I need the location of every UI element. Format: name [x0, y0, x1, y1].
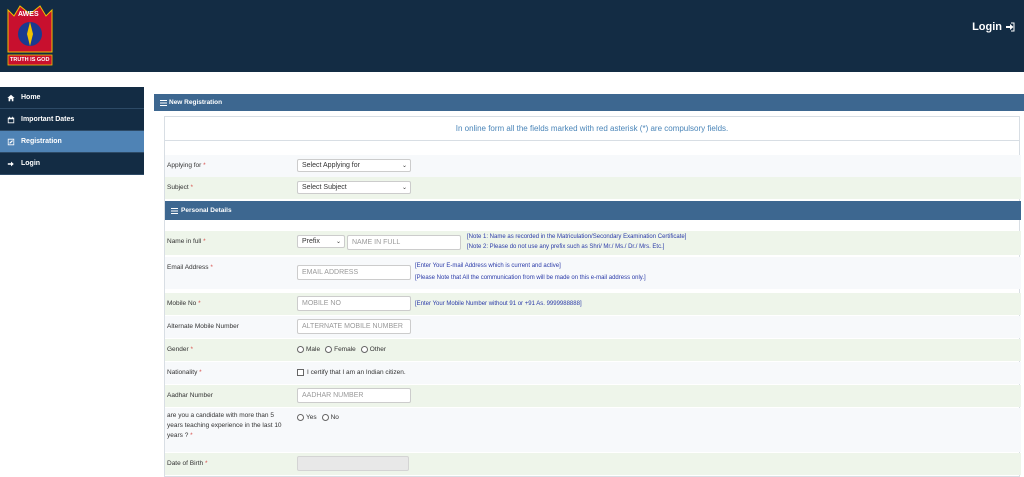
name-label: Name in full * — [167, 238, 206, 245]
sidebar-nav: Home Important Dates Registration Login — [0, 87, 144, 175]
teaching-experience-label: are you a candidate with more than 5 yea… — [167, 412, 282, 439]
logo-top-text: AWES — [18, 11, 39, 18]
alt-mobile-label: Alternate Mobile Number — [167, 323, 239, 330]
sidebar-item-label: Registration — [21, 138, 62, 145]
applying-for-label: Applying for * — [167, 162, 206, 169]
email-label: Email Address * — [167, 264, 213, 271]
applying-for-select[interactable]: Select Applying for ⌄ — [297, 159, 411, 172]
subject-row: Subject * Select Subject ⌄ — [165, 177, 1021, 199]
gender-radio-group: Male Female Other — [297, 346, 386, 353]
compulsory-notice: In online form all the fields marked wit… — [165, 117, 1019, 141]
login-icon — [7, 161, 14, 166]
mobile-note: [Enter Your Mobile Number without 91 or … — [415, 301, 582, 307]
teaching-radio-group: Yes No — [297, 414, 339, 421]
sidebar-item-label: Home — [21, 94, 41, 101]
indian-citizen-checkbox[interactable]: I certify that I am an Indian citizen. — [297, 369, 406, 376]
bars-icon — [171, 207, 178, 214]
chevron-down-icon: ⌄ — [335, 239, 341, 245]
subject-label: Subject * — [167, 184, 194, 191]
home-icon — [7, 94, 15, 101]
alt-mobile-input[interactable]: ALTERNATE MOBILE NUMBER — [297, 319, 411, 334]
calendar-icon — [7, 116, 15, 123]
teaching-yes-radio[interactable]: Yes — [297, 414, 317, 421]
header-login-label: Login — [972, 21, 1002, 33]
aadhar-label: Aadhar Number — [167, 392, 213, 399]
name-note-1: [Note 1: Name as recorded in the Matricu… — [467, 234, 687, 240]
sidebar-item-registration[interactable]: Registration — [0, 131, 144, 153]
sidebar-item-login[interactable]: Login — [0, 153, 144, 175]
edit-icon — [7, 138, 15, 145]
teaching-experience-row: are you a candidate with more than 5 yea… — [165, 408, 1021, 452]
applying-for-row: Applying for * Select Applying for ⌄ — [165, 155, 1021, 177]
email-note-2: [Please Note that All the communication … — [415, 275, 646, 281]
new-registration-header: New Registration — [154, 94, 1024, 111]
main-content: New Registration In online form all the … — [154, 94, 1024, 477]
mobile-row: Mobile No * MOBILE NO [Enter Your Mobile… — [165, 293, 1021, 315]
nationality-label: Nationality * — [167, 369, 202, 376]
gender-label: Gender * — [167, 346, 194, 353]
registration-form: In online form all the fields marked wit… — [164, 116, 1021, 477]
name-input[interactable]: NAME IN FULL — [347, 235, 461, 250]
email-row: Email Address * EMAIL ADDRESS [Enter You… — [165, 257, 1021, 289]
chevron-down-icon: ⌄ — [401, 185, 407, 191]
sidebar-item-label: Important Dates — [21, 116, 75, 123]
logo-bottom-text: TRUTH IS GOD — [10, 57, 50, 63]
bars-icon — [160, 99, 167, 106]
prefix-select[interactable]: Prefix ⌄ — [297, 235, 345, 248]
dob-input[interactable] — [297, 456, 409, 471]
header-login-link[interactable]: Login — [972, 21, 1015, 33]
personal-details-header: Personal Details — [165, 201, 1021, 220]
gender-male-radio[interactable]: Male — [297, 346, 320, 353]
teaching-no-radio[interactable]: No — [321, 414, 339, 421]
panel-title: New Registration — [169, 99, 223, 106]
sidebar-item-label: Login — [21, 160, 41, 167]
awes-logo: AWES TRUTH IS GOD — [2, 2, 58, 68]
dob-row: Date of Birth * — [165, 453, 1021, 475]
top-header: AWES TRUTH IS GOD Login — [0, 0, 1024, 72]
alt-mobile-row: Alternate Mobile Number ALTERNATE MOBILE… — [165, 316, 1021, 338]
aadhar-input[interactable]: AADHAR NUMBER — [297, 388, 411, 403]
gender-row: Gender * Male Female Other — [165, 339, 1021, 361]
email-input[interactable]: EMAIL ADDRESS — [297, 265, 411, 280]
dob-label: Date of Birth * — [167, 460, 208, 467]
nationality-row: Nationality * I certify that I am an Ind… — [165, 362, 1021, 384]
subject-select[interactable]: Select Subject ⌄ — [297, 181, 411, 194]
sidebar-item-important-dates[interactable]: Important Dates — [0, 109, 144, 131]
name-note-2: [Note 2: Please do not use any prefix su… — [467, 244, 665, 250]
sign-in-icon — [1006, 22, 1015, 32]
mobile-input[interactable]: MOBILE NO — [297, 296, 411, 311]
sidebar-item-home[interactable]: Home — [0, 87, 144, 109]
aadhar-row: Aadhar Number AADHAR NUMBER — [165, 385, 1021, 407]
name-row: Name in full * Prefix ⌄ NAME IN FULL [Not… — [165, 231, 1021, 255]
mobile-label: Mobile No * — [167, 300, 201, 307]
email-note-1: [Enter Your E-mail Address which is curr… — [415, 263, 561, 269]
gender-female-radio[interactable]: Female — [325, 346, 356, 353]
chevron-down-icon: ⌄ — [401, 163, 407, 169]
gender-other-radio[interactable]: Other — [360, 346, 386, 353]
